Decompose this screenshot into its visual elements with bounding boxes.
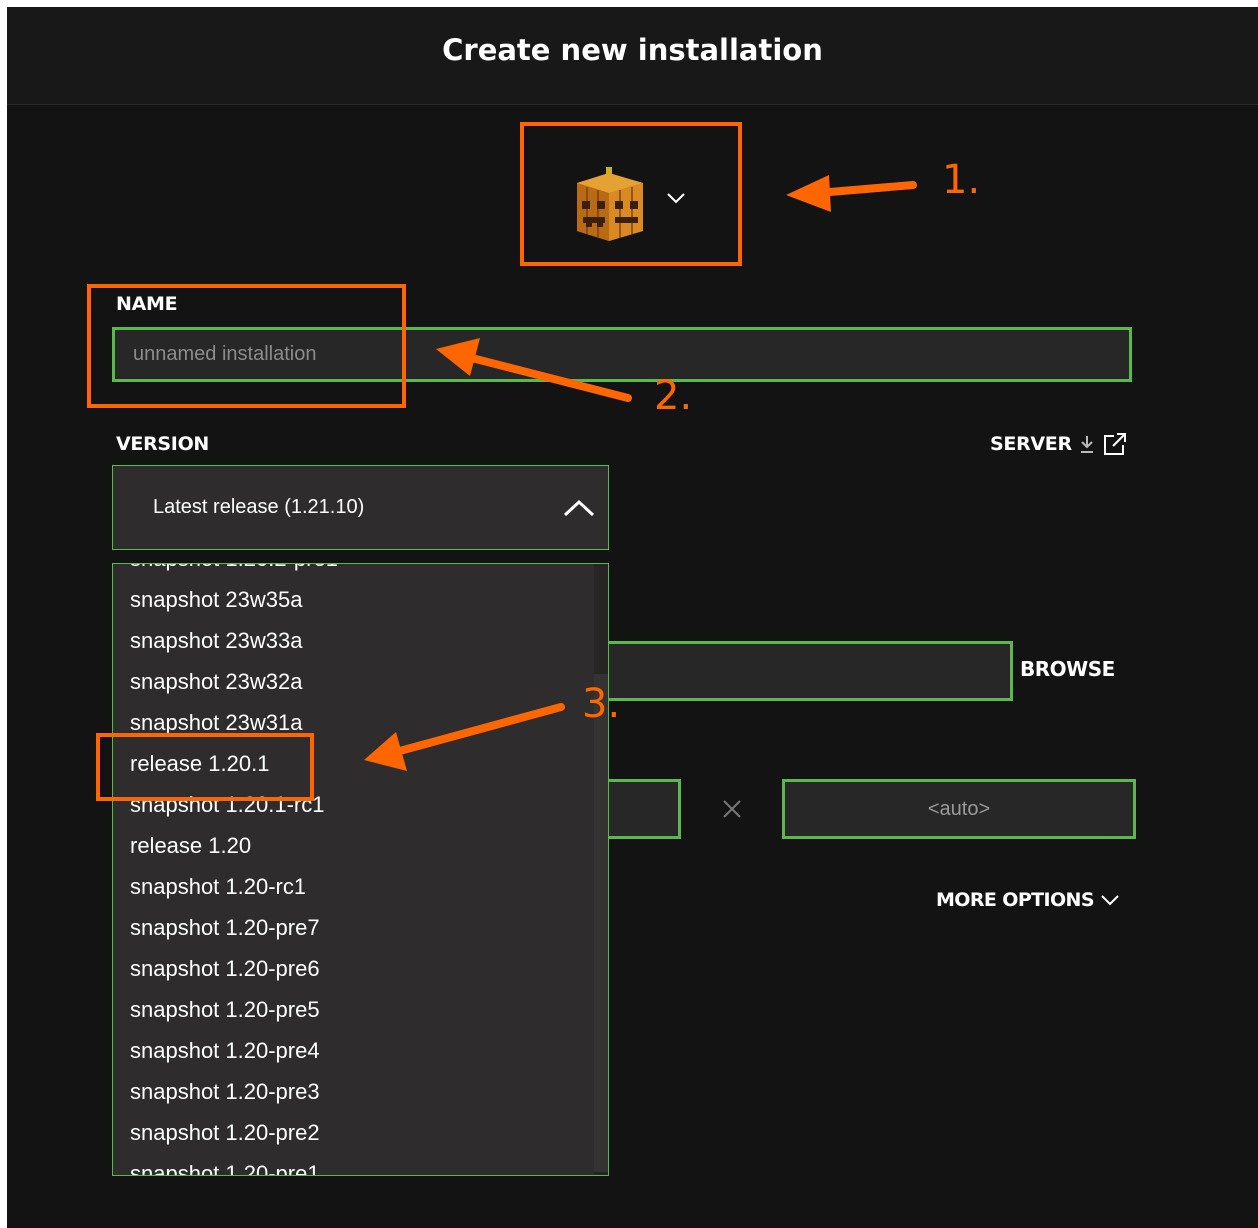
game-directory-input[interactable] [567, 641, 1013, 701]
version-option[interactable]: snapshot 1.20-pre5 [113, 989, 593, 1030]
resolution-height-input[interactable] [782, 779, 1136, 839]
version-option[interactable]: snapshot 23w35a [113, 579, 593, 620]
version-option[interactable]: snapshot 1.20-pre2 [113, 1112, 593, 1153]
list-scroll-thumb[interactable] [594, 674, 608, 1172]
version-option[interactable]: snapshot 1.20-pre4 [113, 1030, 593, 1071]
server-label: SERVER [990, 433, 1072, 455]
version-option[interactable]: snapshot 1.20-rc1 [113, 866, 593, 907]
more-options-label: MORE OPTIONS [936, 889, 1095, 911]
name-label: NAME [116, 293, 178, 315]
download-icon [1078, 434, 1096, 454]
version-dropdown[interactable]: Latest release (1.21.10) [112, 465, 609, 550]
version-option[interactable]: snapshot 23w31a [113, 702, 593, 743]
version-option[interactable]: snapshot 23w33a [113, 620, 593, 661]
installation-icon-selector[interactable] [557, 157, 697, 247]
chevron-down-icon [666, 191, 686, 210]
version-option[interactable]: snapshot 1.20-pre3 [113, 1071, 593, 1112]
version-option[interactable]: release 1.20 [113, 825, 593, 866]
server-download-link[interactable]: SERVER [990, 431, 1128, 457]
external-link-icon [1102, 431, 1128, 457]
annotation-number-1: 1. [942, 157, 981, 203]
dialog-header: Create new installation [7, 7, 1258, 105]
name-input[interactable] [112, 327, 1132, 382]
version-option[interactable]: snapshot 23w32a [113, 661, 593, 702]
list-scrollbar[interactable] [594, 564, 608, 1175]
create-installation-dialog: Create new installation NAME unnamed ins… [7, 7, 1258, 1228]
version-label: VERSION [116, 433, 210, 455]
chevron-down-icon [1100, 893, 1120, 907]
version-options-list[interactable]: snapshot 1.20.2-pre1 snapshot 23w35a sna… [112, 563, 609, 1176]
annotation-number-3: 3. [582, 681, 621, 727]
more-options-toggle[interactable]: MORE OPTIONS [936, 889, 1120, 911]
times-icon [722, 799, 742, 824]
version-option[interactable]: snapshot 1.20-pre6 [113, 948, 593, 989]
version-option[interactable]: snapshot 1.20-pre7 [113, 907, 593, 948]
browse-button[interactable]: BROWSE [1020, 657, 1115, 681]
version-option[interactable]: snapshot 1.20.1-rc1 [113, 784, 593, 825]
version-selected-value: Latest release (1.21.10) [153, 496, 365, 518]
version-option-release-1-20-1[interactable]: release 1.20.1 [113, 743, 593, 784]
chevron-up-icon [563, 499, 595, 522]
dialog-title: Create new installation [442, 33, 823, 67]
annotation-number-2: 2. [654, 373, 693, 419]
carved-pumpkin-icon [567, 165, 651, 250]
version-option[interactable]: snapshot 1.20-pre1 [113, 1153, 593, 1175]
version-option[interactable]: snapshot 1.20.2-pre1 [113, 564, 593, 579]
